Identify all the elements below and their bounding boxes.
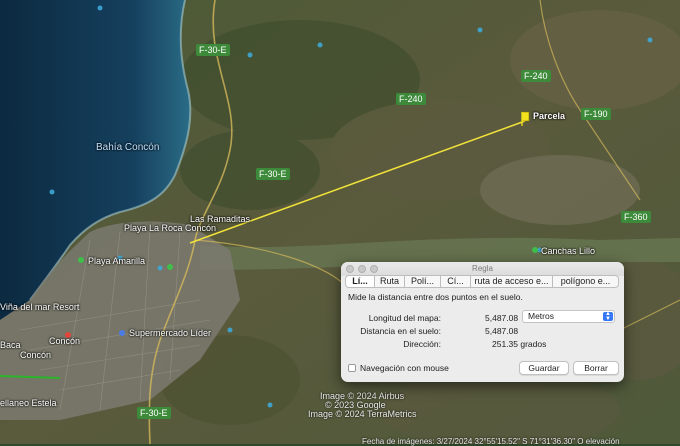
mouse-navigation-label: Navegación con mouse xyxy=(360,363,449,373)
place-label-playa-amarilla: Playa Amarilla xyxy=(88,256,146,266)
place-label-vina: Viña del mar Resort xyxy=(0,302,80,312)
parcela-label: Parcela xyxy=(533,111,566,121)
status-bar-coordinates: Fecha de imágenes: 3/27/2024 32°55'15.52… xyxy=(362,437,620,446)
road-shield-f30e: F-30-E xyxy=(256,168,290,180)
place-label-canchas: Canchas Lillo xyxy=(541,246,596,256)
place-label-baca: Baca xyxy=(0,340,21,350)
map-length-value: 5,487.08 xyxy=(485,313,519,323)
tab-3d-polygon[interactable]: polígono e... xyxy=(553,275,619,288)
map-length-label: Longitud del mapa: xyxy=(368,313,441,323)
measure-tabs: Lí... Ruta Polí... Cí... ruta de acceso … xyxy=(345,275,619,288)
place-label-lider: Supermercado Líder xyxy=(129,328,212,338)
ground-length-label: Distancia en el suelo: xyxy=(360,326,441,336)
tab-description: Mide la distancia entre dos puntos en el… xyxy=(348,292,523,302)
road-shield-f30e: F-30-E xyxy=(196,44,230,56)
bay-label: Bahía Concón xyxy=(96,142,160,153)
ruler-dialog: Regla Lí... Ruta Polí... Cí... ruta de a… xyxy=(341,262,624,382)
place-label-concon-2: Concón xyxy=(20,350,52,360)
save-button[interactable]: Guardar xyxy=(519,361,569,375)
road-shield-f240: F-240 xyxy=(521,70,551,82)
units-select-value: Metros xyxy=(528,311,554,321)
heading-value: 251.35 grados xyxy=(492,339,547,349)
dialog-title: Regla xyxy=(472,264,493,273)
place-label-estela: ellaneo Estela xyxy=(0,398,57,408)
credit-terrametrics: Image © 2024 TerraMetrics xyxy=(308,409,417,419)
tab-3d-path[interactable]: ruta de acceso e... xyxy=(471,275,553,288)
mouse-navigation-checkbox[interactable] xyxy=(348,364,356,372)
road-shield-f360: F-360 xyxy=(621,211,651,223)
tab-circle[interactable]: Cí... xyxy=(441,275,471,288)
units-select[interactable]: Metros ▲ ▼ xyxy=(522,310,615,323)
heading-label: Dirección: xyxy=(403,339,441,349)
dialog-titlebar[interactable]: Regla xyxy=(341,262,624,276)
road-shield-f240: F-240 xyxy=(396,93,426,105)
tab-path[interactable]: Ruta xyxy=(375,275,405,288)
ground-length-value: 5,487.08 xyxy=(485,326,519,336)
clear-button[interactable]: Borrar xyxy=(573,361,619,375)
tab-polygon[interactable]: Polí... xyxy=(405,275,441,288)
place-label-concon-1: Concón xyxy=(49,336,81,346)
tab-line[interactable]: Lí... xyxy=(345,275,375,288)
road-shield-f190: F-190 xyxy=(581,108,611,120)
chevron-updown-icon: ▲ ▼ xyxy=(603,311,613,322)
road-shield-f30e: F-30-E xyxy=(137,407,171,419)
place-label-playa-roca: Playa La Roca Concón xyxy=(124,223,217,233)
